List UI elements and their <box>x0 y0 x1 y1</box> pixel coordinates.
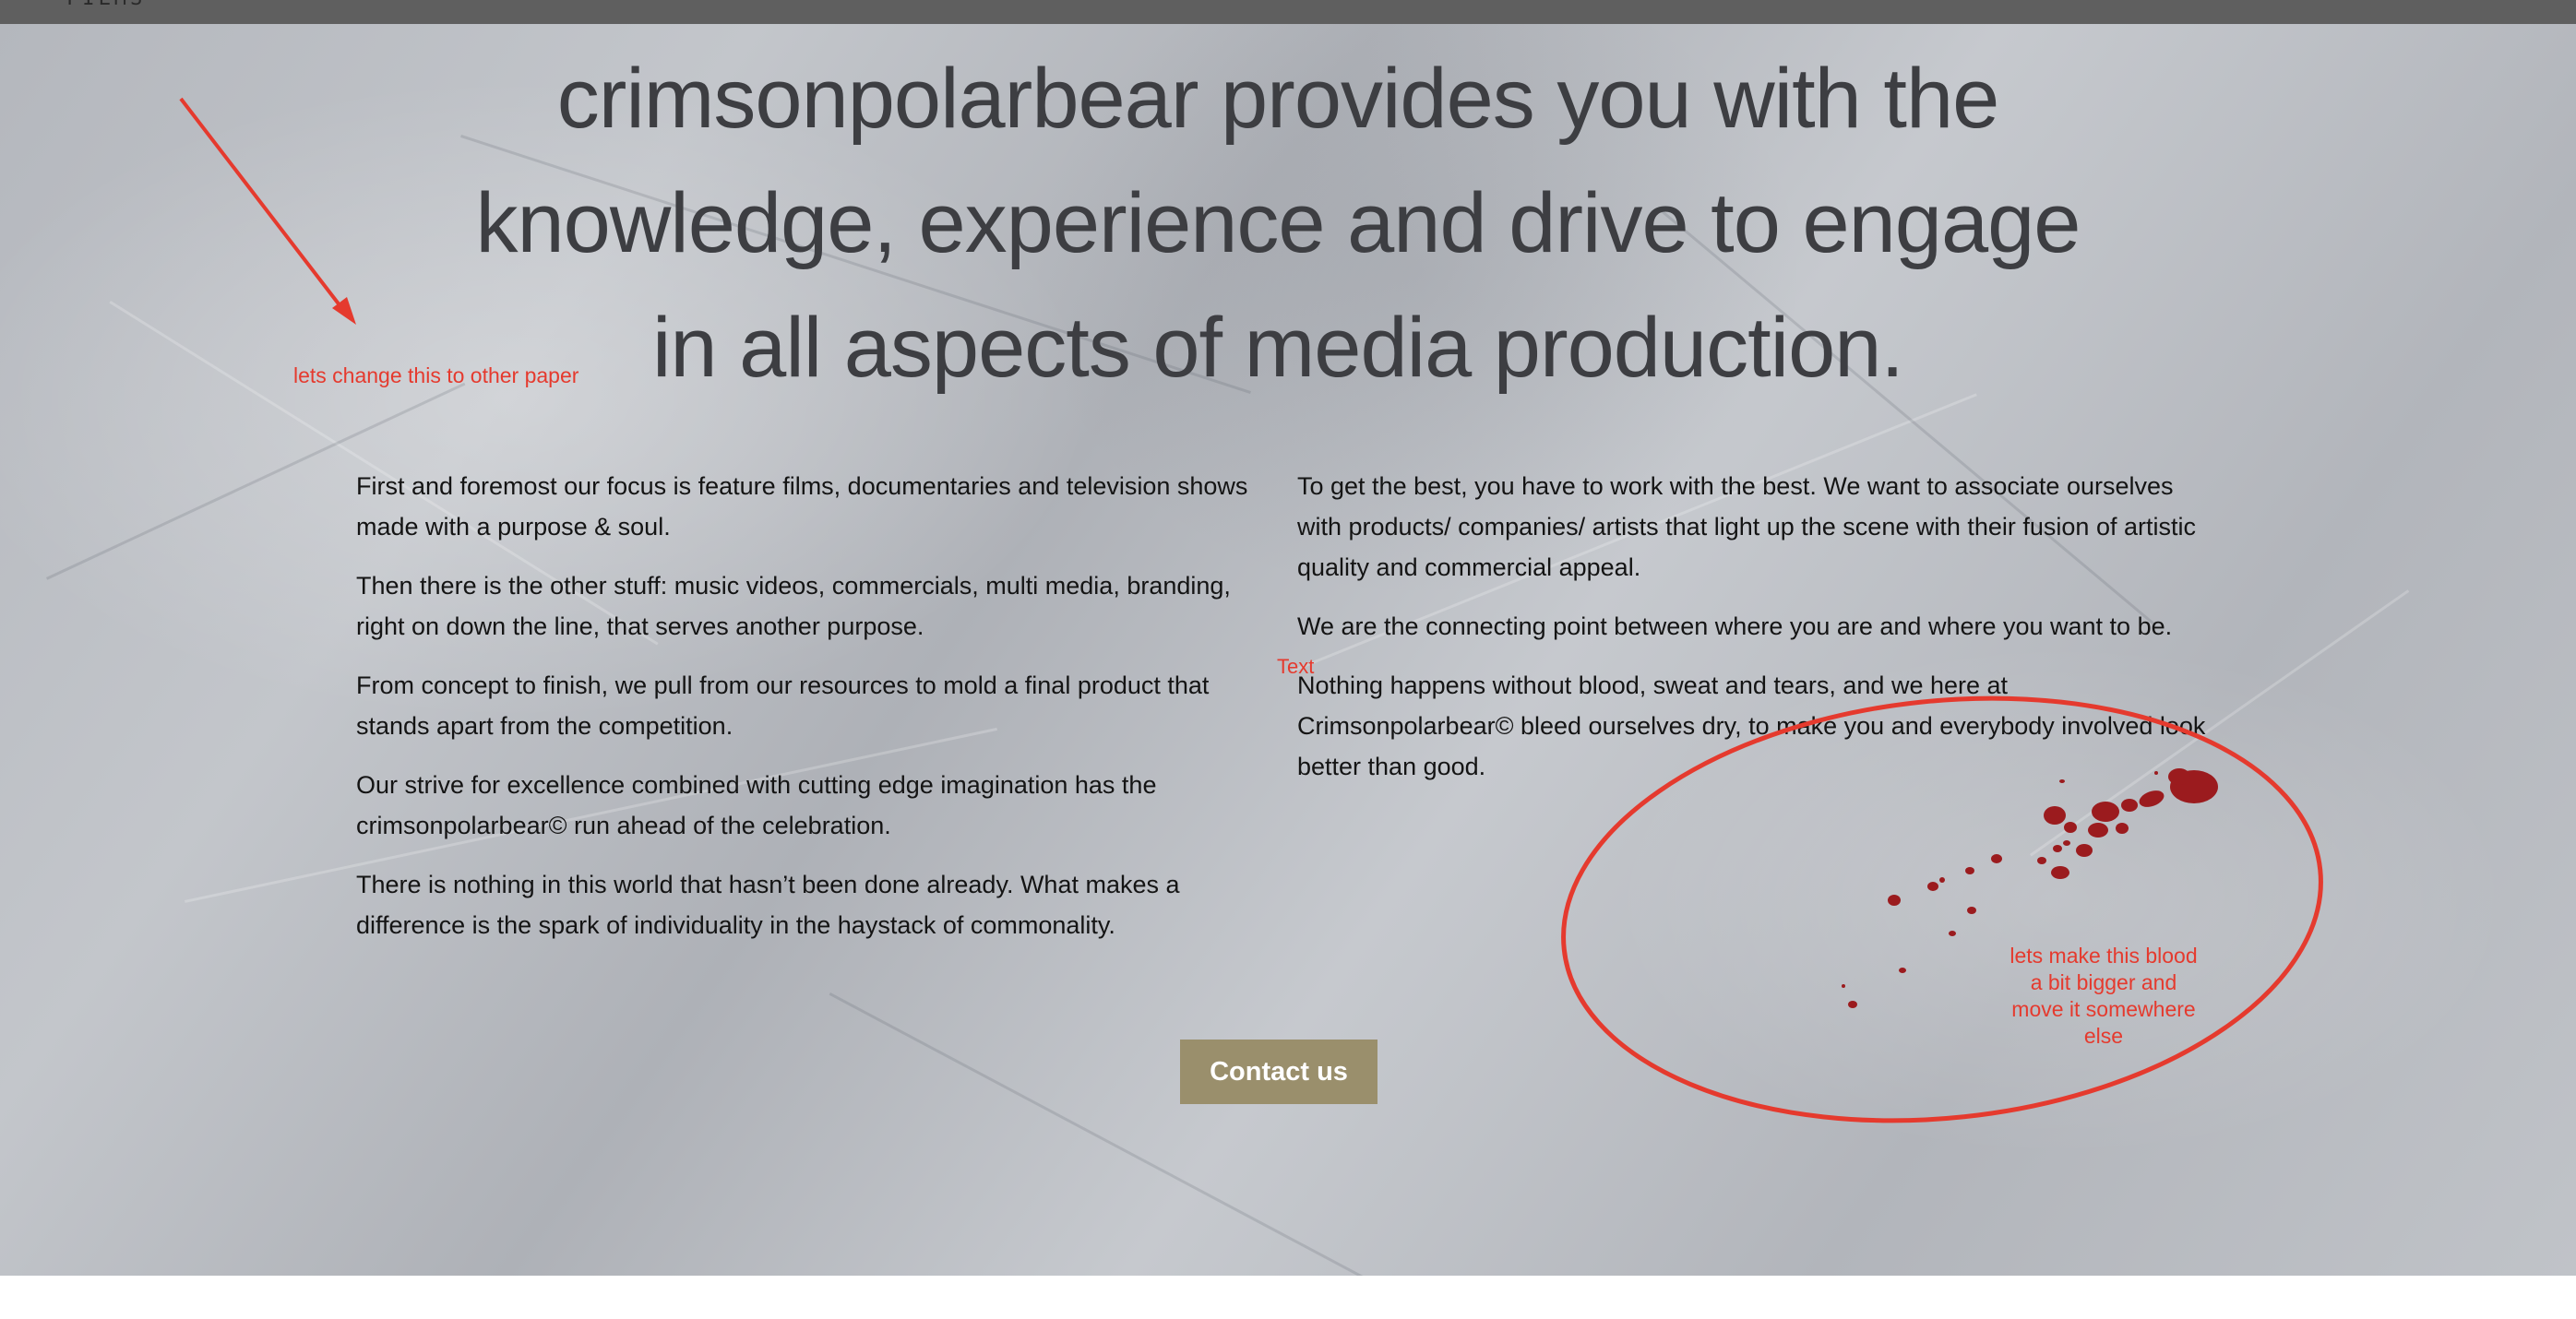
annotation-arrow-icon <box>179 97 356 325</box>
annotation-text-marker: Text <box>1277 655 1315 678</box>
annotation-ellipse <box>1561 695 2323 1123</box>
annotation-blood-note: lets make this blood a bit bigger and mo… <box>2010 944 2198 1048</box>
footer-strip <box>0 1276 2576 1319</box>
annotation-paper-note: lets change this to other paper <box>293 363 579 387</box>
